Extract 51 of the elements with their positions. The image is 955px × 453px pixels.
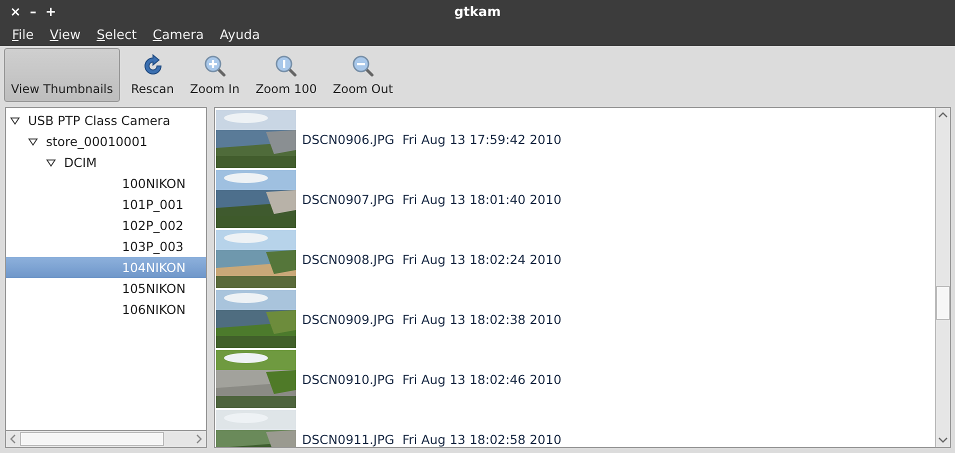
file-name: DSCN0906.JPG [302,132,394,146]
menu-item[interactable]: View [42,28,89,42]
file-date: Fri Aug 13 18:01:40 2010 [402,192,562,206]
toggle-button[interactable]: View Thumbnails [4,48,120,102]
menu-item[interactable]: File [4,28,42,42]
file-date: Fri Aug 13 17:59:42 2010 [402,132,562,146]
file-row[interactable]: DSCN0908.JPG Fri Aug 13 18:02:24 2010 [216,229,935,289]
file-date: Fri Aug 13 18:02:24 2010 [402,252,562,266]
horizontal-scrollbar[interactable] [6,430,206,447]
menu-item[interactable]: Camera [144,28,212,42]
file-date: Fri Aug 13 18:02:58 2010 [402,432,562,446]
toolbar-button[interactable]: Zoom 100 [250,48,322,102]
collapse-triangle-icon[interactable] [28,136,38,146]
file-name: DSCN0908.JPG [302,252,394,266]
tree-item[interactable]: store_00010001 [6,131,206,152]
file-row[interactable]: DSCN0907.JPG Fri Aug 13 18:01:40 2010 [216,169,935,229]
window-title: gtkam [453,4,502,20]
file-date: Fri Aug 13 18:02:38 2010 [402,312,562,326]
file-row[interactable]: DSCN0906.JPG Fri Aug 13 17:59:42 2010 [216,109,935,169]
magnifier-icon [274,54,298,78]
window-control[interactable]: – [30,4,36,20]
zoom-out-icon [350,54,375,78]
scrollbar-thumb[interactable] [936,286,950,320]
tree-item[interactable]: 103P_003 [6,236,206,257]
tree-item[interactable]: 100NIKON [6,173,206,194]
tree-item[interactable]: 105NIKON [6,278,206,299]
toolbar-button[interactable]: Zoom Out [328,48,398,102]
menu-item[interactable]: Select [88,28,145,42]
tree-item[interactable]: 101P_001 [6,194,206,215]
file-row[interactable]: DSCN0910.JPG Fri Aug 13 18:02:46 2010 [216,349,935,409]
menu-item[interactable]: Ayuda [212,28,268,42]
tree-item[interactable]: USB PTP Class Camera [6,110,206,131]
collapse-triangle-icon[interactable] [10,116,20,126]
vertical-scrollbar[interactable] [935,108,950,447]
file-row[interactable]: DSCN0911.JPG Fri Aug 13 18:02:58 2010 [216,409,935,447]
window-control[interactable]: + [45,4,56,20]
tree-item[interactable]: 106NIKON [6,299,206,320]
file-row[interactable]: DSCN0909.JPG Fri Aug 13 18:02:38 2010 [216,289,935,349]
tree-item[interactable]: 102P_002 [6,215,206,236]
tree-item[interactable]: DCIM [6,152,206,173]
scrollbar-thumb[interactable] [20,432,164,446]
zoom-in-icon [202,54,227,78]
file-name: DSCN0910.JPG [302,372,394,386]
file-name: DSCN0909.JPG [302,312,394,326]
file-name: DSCN0911.JPG [302,432,394,446]
file-name: DSCN0907.JPG [302,192,394,206]
file-date: Fri Aug 13 18:02:46 2010 [402,372,562,386]
toolbar-button[interactable]: Rescan [126,48,179,102]
window-control[interactable]: × [10,4,21,20]
collapse-triangle-icon[interactable] [46,158,56,168]
toolbar-button[interactable]: Zoom In [185,48,245,102]
